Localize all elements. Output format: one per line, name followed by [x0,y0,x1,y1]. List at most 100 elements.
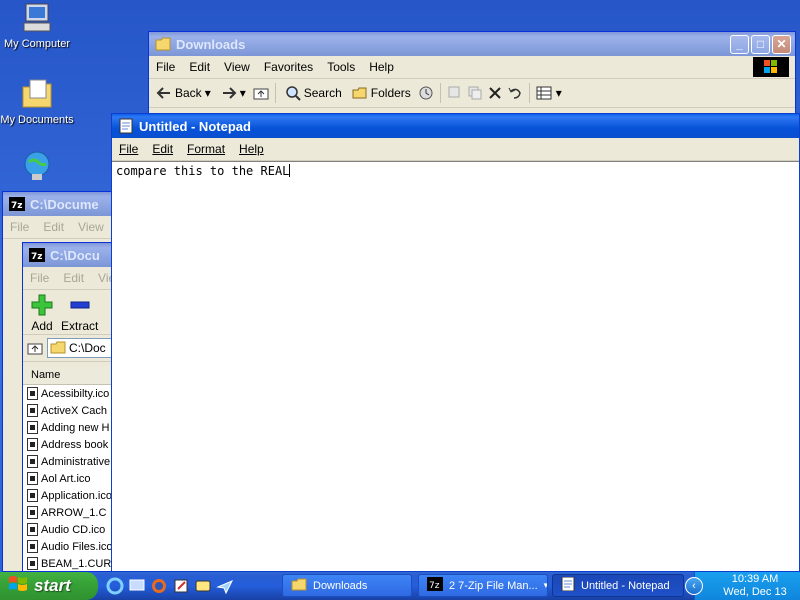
up-folder-icon[interactable] [253,85,269,101]
menu-edit[interactable]: Edit [36,220,71,234]
menu-format-label: Format [187,142,226,156]
messenger-icon[interactable] [194,577,212,595]
menu-file[interactable]: File [23,271,56,285]
svg-text:7z: 7z [31,252,43,262]
file-name: Audio Files.ico [41,540,113,553]
notepad-window[interactable]: Untitled - Notepad File Edit Format Help… [111,113,800,572]
file-name: Acessibilty.ico [41,387,110,400]
window-title: Untitled - Notepad [139,118,251,134]
menu-file[interactable]: File [112,142,145,156]
task-label: Downloads [313,579,368,592]
menu-edit[interactable]: Edit [56,271,91,285]
file-icon [27,438,38,451]
chevron-down-icon[interactable]: ▾ [205,86,211,100]
chevron-down-icon[interactable]: ▾ [240,86,246,100]
file-icon [27,472,38,485]
minimize-button[interactable]: _ [730,34,749,54]
views-icon[interactable] [536,85,552,101]
plus-icon [31,294,53,319]
extract-button[interactable]: Extract [61,290,98,334]
history-icon[interactable] [418,85,434,101]
clock-time[interactable]: 10:39 AM [713,573,797,585]
desktop-icon-my-computer[interactable]: My Computer [0,2,74,50]
file-icon [27,557,38,570]
menu-view[interactable]: View [217,60,257,74]
editor-icon[interactable] [172,577,190,595]
desktop: My Computer My Documents Downloads _ □ ✕… [0,0,800,572]
show-desktop-icon[interactable] [128,577,146,595]
toolbar-separator [439,83,441,103]
file-icon [27,540,38,553]
forward-button[interactable]: ▾ [218,85,249,101]
file-name: Administrative [41,455,111,468]
notepad-content: compare this to the REAL [116,164,290,178]
folders-button[interactable]: Folders [349,85,414,101]
maximize-button[interactable]: □ [751,34,770,54]
back-arrow-icon [156,85,172,101]
toolbar-separator [528,83,530,103]
internet-explorer-icon[interactable] [106,577,124,595]
chevron-down-icon[interactable]: ▾ [556,86,562,100]
folder-icon [291,577,307,594]
folders-label: Folders [370,86,411,100]
downloads-titlebar[interactable]: Downloads _ □ ✕ [149,32,795,56]
desktop-icon-network[interactable] [0,150,74,186]
file-name: Application.ico [41,489,112,502]
up-folder-icon[interactable] [27,340,43,356]
menu-view[interactable]: View [71,220,111,234]
window-title: C:\Docu [50,247,100,263]
file-name: ActiveX Cach [41,404,108,417]
notepad-text-area[interactable]: compare this to the REAL [112,161,799,571]
start-button[interactable]: start [0,572,98,600]
notepad-icon [561,576,575,594]
folder-icon [50,340,66,357]
menu-edit[interactable]: Edit [145,142,180,156]
copy-to-icon[interactable] [467,85,483,101]
menu-favorites[interactable]: Favorites [257,60,320,74]
menu-format[interactable]: Format [180,142,232,156]
undo-icon[interactable] [507,85,523,101]
delete-icon[interactable] [487,85,503,101]
menu-file[interactable]: File [149,60,182,74]
task-7zip-group[interactable]: 7z 2 7-Zip File Man... ▾ [418,574,548,597]
add-button[interactable]: Add [31,290,53,334]
close-button[interactable]: ✕ [772,34,791,54]
forward-arrow-icon [221,85,237,101]
add-label: Add [31,319,53,333]
task-notepad[interactable]: Untitled - Notepad [552,574,684,597]
menu-file-label: File [119,142,139,156]
file-name: Audio CD.ico [41,523,106,536]
system-tray: ‹ 10:39 AM Wed, Dec 13 [685,572,800,600]
search-button[interactable]: Search [282,85,345,101]
7zip-icon: 7z [9,196,25,212]
paper-plane-icon[interactable] [216,577,234,595]
menu-file[interactable]: File [3,220,36,234]
menu-edit[interactable]: Edit [182,60,217,74]
notepad-titlebar[interactable]: Untitled - Notepad [112,114,799,138]
desktop-icon-my-documents[interactable]: My Documents [0,78,74,126]
task-label: Untitled - Notepad [581,579,670,592]
menu-help[interactable]: Help [232,142,271,156]
file-name: ARROW_1.C [41,506,107,519]
folder-icon [155,36,171,52]
minus-icon [69,294,91,319]
svg-text:7z: 7z [429,581,440,591]
downloads-menubar: File Edit View Favorites Tools Help [149,56,795,79]
search-label: Search [303,86,342,100]
menu-tools[interactable]: Tools [320,60,362,74]
task-downloads[interactable]: Downloads [282,574,412,597]
clock-date[interactable]: Wed, Dec 13 [713,586,797,598]
back-button[interactable]: Back ▾ [153,85,214,101]
menu-help[interactable]: Help [362,60,401,74]
taskbar: start Downloads 7z 2 7-Zip File Man... ▾… [0,572,800,600]
move-to-icon[interactable] [447,85,463,101]
quick-launch [106,577,234,595]
downloads-window[interactable]: Downloads _ □ ✕ File Edit View Favorites… [148,31,796,121]
file-name: Aol Art.ico [41,472,91,485]
tray-arrow-icon[interactable]: ‹ [685,577,703,595]
firefox-icon[interactable] [150,577,168,595]
start-label: start [34,576,71,595]
extract-label: Extract [61,319,99,333]
window-title: C:\Docume [30,196,99,212]
file-icon [27,489,38,502]
